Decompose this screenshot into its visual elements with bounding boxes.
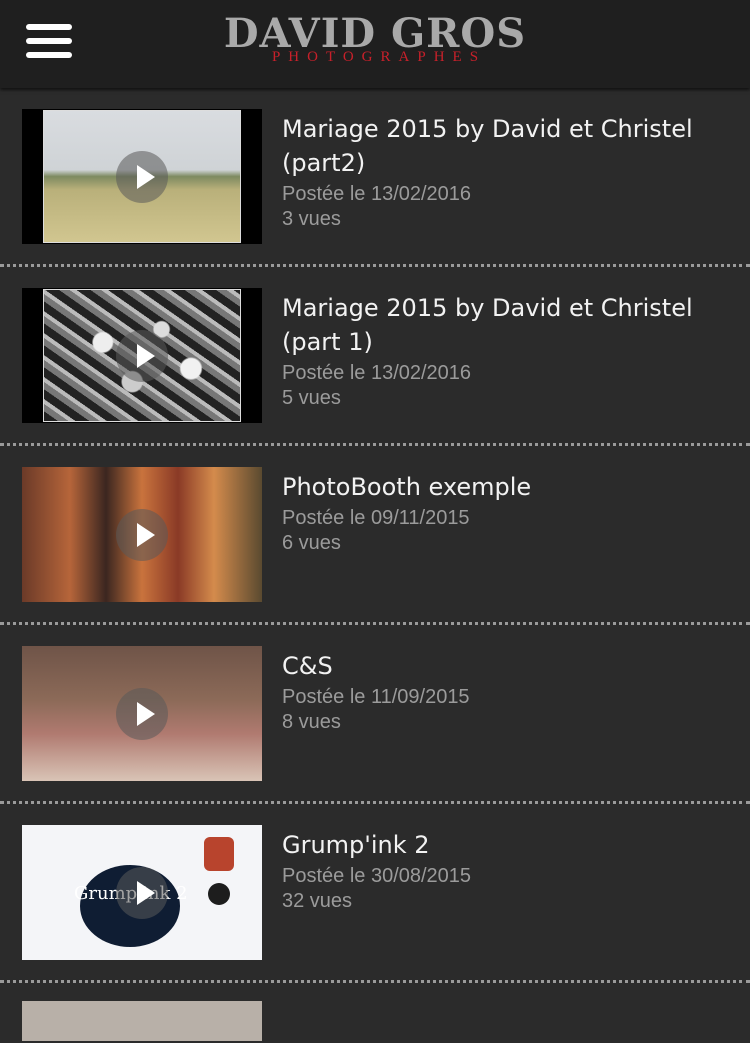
brand-logo[interactable]: DAVID GROS PHOTOGRAPHES [0, 10, 750, 65]
video-thumbnail[interactable] [22, 467, 262, 602]
video-list-item-partial[interactable] [0, 983, 750, 1043]
video-thumbnail[interactable] [22, 1001, 262, 1041]
video-views: 6 vues [282, 532, 341, 554]
video-title[interactable]: Mariage 2015 by David et Christel (part2… [282, 112, 734, 180]
play-icon[interactable] [116, 329, 168, 382]
app-header: DAVID GROS PHOTOGRAPHES [0, 0, 750, 88]
video-title[interactable]: Mariage 2015 by David et Christel (part … [282, 291, 734, 359]
video-list-item[interactable]: Mariage 2015 by David et Christel (part … [0, 267, 750, 446]
video-thumbnail[interactable] [22, 646, 262, 781]
video-title[interactable]: Grump'ink 2 [282, 828, 734, 862]
video-info: Mariage 2015 by David et Christel (part2… [282, 112, 734, 232]
play-icon[interactable] [116, 150, 168, 203]
sponsor-logo-icon [208, 883, 230, 905]
video-thumbnail[interactable] [22, 109, 262, 244]
video-thumbnail[interactable]: Grump'ink 2 [22, 825, 262, 960]
video-list: Mariage 2015 by David et Christel (part2… [0, 88, 750, 1043]
video-list-item[interactable]: Grump'ink 2 Grump'ink 2 Postée le 30/08/… [0, 804, 750, 983]
video-views: 32 vues [282, 890, 353, 912]
play-icon[interactable] [116, 508, 168, 561]
video-title[interactable]: PhotoBooth exemple [282, 470, 734, 504]
video-views: 5 vues [282, 387, 341, 409]
grump-logo-icon [204, 837, 234, 871]
video-date: Postée le 30/08/2015 [282, 865, 472, 887]
video-info: C&S Postée le 11/09/2015 8 vues [282, 649, 734, 735]
video-list-item[interactable]: C&S Postée le 11/09/2015 8 vues [0, 625, 750, 804]
video-views: 8 vues [282, 711, 341, 733]
play-icon[interactable] [116, 687, 168, 740]
video-list-item[interactable]: Mariage 2015 by David et Christel (part2… [0, 88, 750, 267]
video-info: PhotoBooth exemple Postée le 09/11/2015 … [282, 470, 734, 556]
video-info: Grump'ink 2 Postée le 30/08/2015 32 vues [282, 828, 734, 914]
play-icon[interactable] [116, 866, 168, 919]
video-date: Postée le 11/09/2015 [282, 686, 470, 708]
logo-main-text: DAVID GROS [223, 10, 527, 57]
video-list-item[interactable]: PhotoBooth exemple Postée le 09/11/2015 … [0, 446, 750, 625]
video-date: Postée le 13/02/2016 [282, 183, 472, 205]
video-thumbnail[interactable] [22, 288, 262, 423]
video-views: 3 vues [282, 208, 341, 230]
video-date: Postée le 09/11/2015 [282, 507, 470, 529]
video-date: Postée le 13/02/2016 [282, 362, 472, 384]
video-title[interactable]: C&S [282, 649, 734, 683]
video-info: Mariage 2015 by David et Christel (part … [282, 291, 734, 411]
logo-sub-text: PHOTOGRAPHES [271, 49, 487, 65]
